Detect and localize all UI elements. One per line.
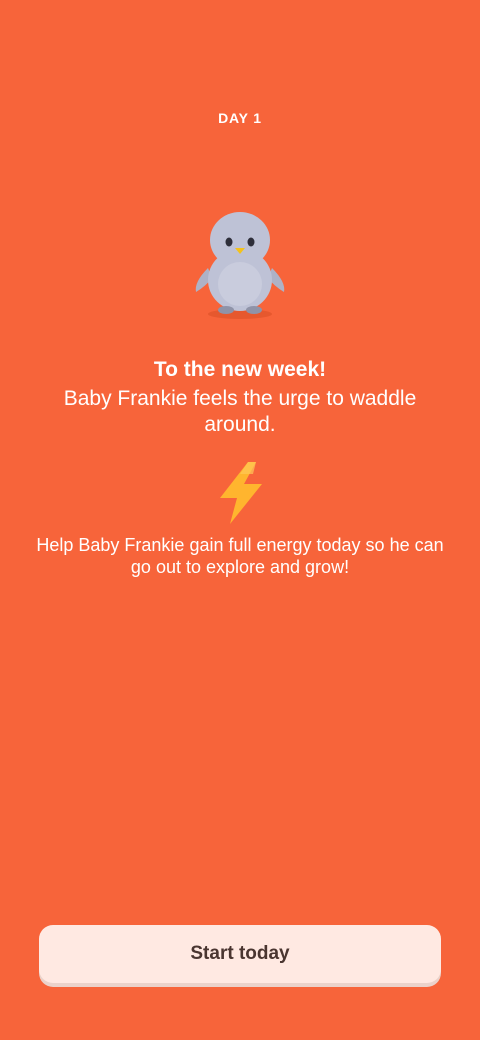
message-title: To the new week! [153,358,327,381]
start-today-button[interactable]: Start today [39,925,441,983]
message-subtitle: Baby Frankie feels the urge to waddle ar… [63,387,417,436]
lightning-bolt-icon [220,462,262,524]
message-body: Help Baby Frankie gain full energy today… [36,535,444,577]
penguin-icon [195,212,285,319]
day-label: DAY 1 [218,110,262,126]
